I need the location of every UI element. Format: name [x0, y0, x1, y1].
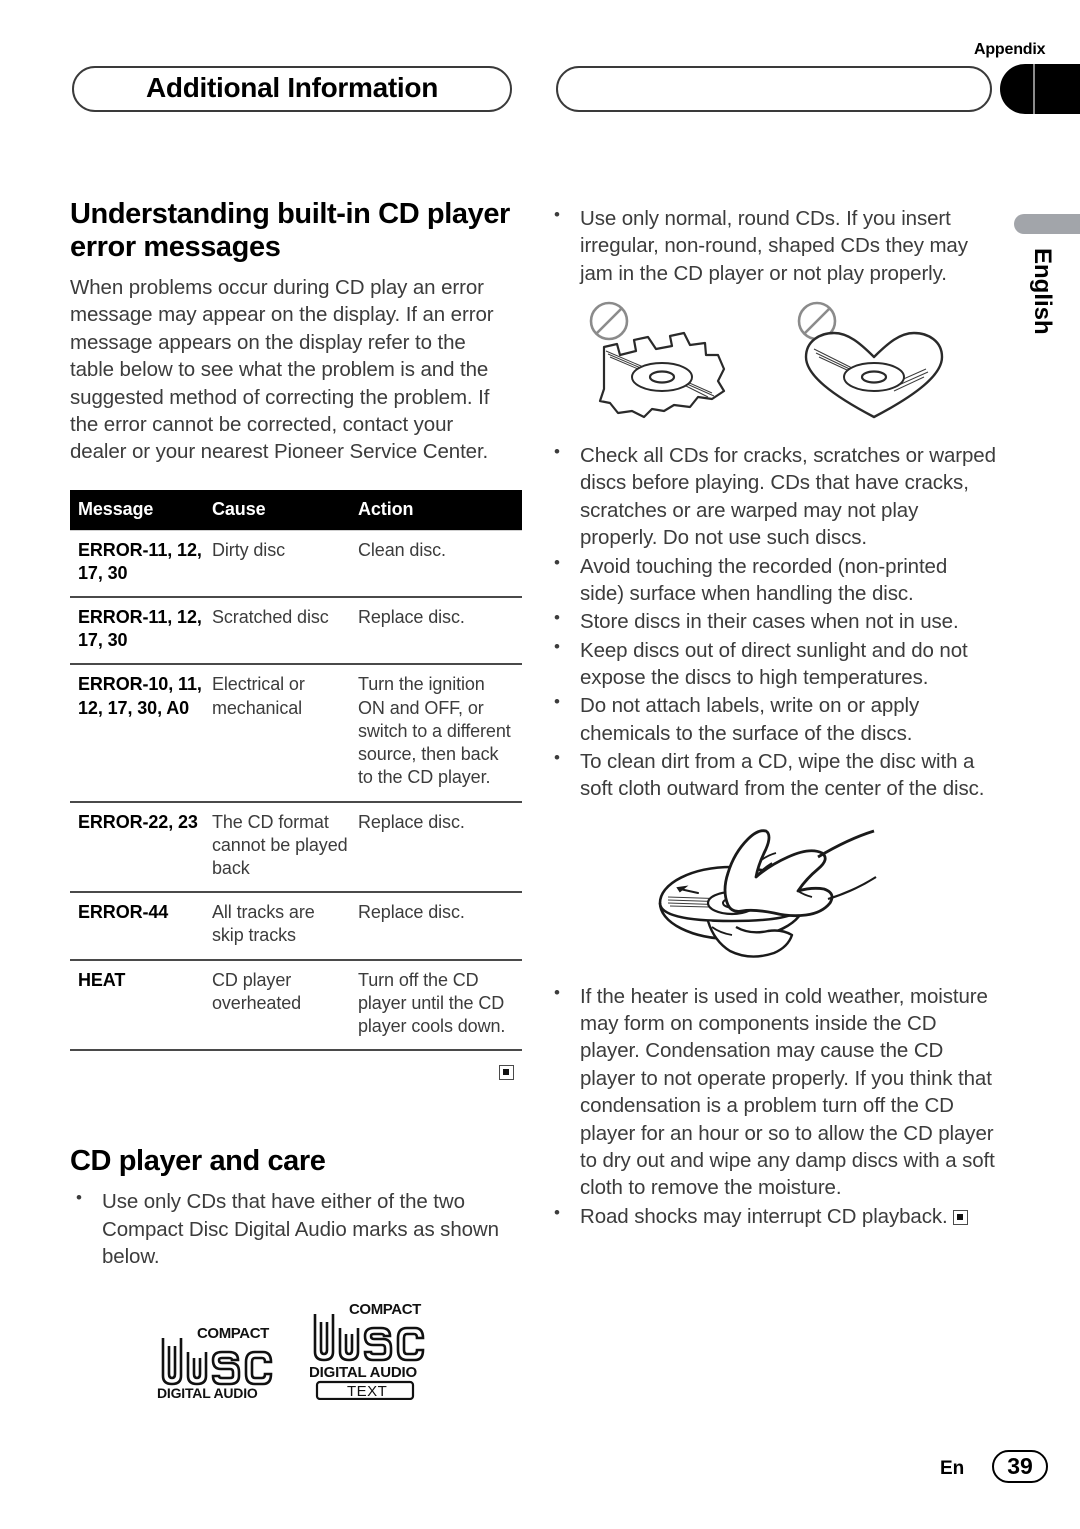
- table-col-header-cause: Cause: [212, 489, 358, 531]
- hand-wiping-disc-illustration: [548, 817, 996, 967]
- cd-handling-bullet-list: Check all CDs for cracks, scratches or w…: [548, 441, 996, 803]
- list-item: To clean dirt from a CD, wipe the disc w…: [548, 747, 996, 803]
- svg-text:DIGITAL AUDIO: DIGITAL AUDIO: [309, 1364, 417, 1381]
- section-corner-tab-notch: [1033, 64, 1035, 114]
- svg-text:COMPACT: COMPACT: [197, 1325, 269, 1342]
- cell-action: Replace disc.: [358, 892, 522, 961]
- cell-action: Turn off the CD player until the CD play…: [358, 959, 522, 1052]
- error-message-table: Message Cause Action ERROR-11, 12, 17, 3…: [70, 489, 522, 1052]
- cell-action: Clean disc.: [358, 529, 522, 599]
- cell-action: Replace disc.: [358, 801, 522, 894]
- list-item: Road shocks may interrupt CD playback.: [548, 1202, 996, 1230]
- cell-cause: Dirty disc: [212, 529, 358, 599]
- svg-text:DIGITAL AUDIO: DIGITAL AUDIO: [157, 1385, 258, 1400]
- table-header-row: Message Cause Action: [70, 489, 522, 531]
- cd-logo-row: COMPACT DIGITAL AUDIO COMPACT DIGITAL AU…: [70, 1300, 514, 1401]
- section-intro-paragraph: When problems occur during CD play an er…: [70, 276, 494, 464]
- list-item: Avoid touching the recorded (non-printed…: [548, 552, 996, 608]
- secondary-title-pill: [556, 66, 992, 112]
- page-number: 39: [992, 1450, 1048, 1483]
- end-of-section-icon: [953, 1209, 969, 1225]
- hand-wiping-disc-outward-icon: [658, 829, 877, 958]
- end-of-section-icon: [499, 1065, 514, 1081]
- cell-action: Turn the ignition ON and OFF, or switch …: [358, 664, 522, 803]
- table-head: Message Cause Action: [70, 489, 522, 531]
- cell-cause: Electrical or mechanical: [212, 664, 358, 803]
- appendix-label: Appendix: [974, 41, 1046, 58]
- cell-message: HEAT: [70, 959, 212, 1052]
- list-item: Do not attach labels, write on or apply …: [548, 691, 996, 747]
- table-row: ERROR-11, 12, 17, 30 Dirty disc Clean di…: [70, 529, 522, 599]
- cell-message: ERROR-44: [70, 892, 212, 961]
- cd-shape-bullet-list: Use only normal, round CDs. If you inser…: [548, 204, 996, 287]
- prohibited-shaped-disc-heart-icon: [786, 299, 966, 430]
- cell-message: ERROR-11, 12, 17, 30: [70, 597, 212, 666]
- table-row: ERROR-11, 12, 17, 30 Scratched disc Repl…: [70, 597, 522, 666]
- right-column: Use only normal, round CDs. If you inser…: [548, 204, 996, 1231]
- page-title-pill: Additional Information: [72, 66, 512, 112]
- cell-cause: The CD format cannot be played back: [212, 801, 358, 894]
- cd-condensation-bullet-list: If the heater is used in cold weather, m…: [548, 982, 996, 1230]
- table-row: ERROR-22, 23 The CD format cannot be pla…: [70, 801, 522, 894]
- cd-care-bullet-list: Use only CDs that have either of the two…: [70, 1187, 514, 1270]
- cell-message: ERROR-10, 11, 12, 17, 30, A0: [70, 664, 212, 803]
- table-col-header-message: Message: [70, 489, 212, 531]
- cell-action: Replace disc.: [358, 597, 522, 666]
- left-column: Understanding built-in CD player error m…: [70, 198, 522, 1401]
- list-item: Use only normal, round CDs. If you inser…: [548, 204, 996, 287]
- cell-cause: Scratched disc: [212, 597, 358, 666]
- section-heading-cd-player-and-care: CD player and care: [70, 1145, 326, 1178]
- prohibited-shaped-disc-gear-icon: [578, 299, 758, 430]
- table-body: ERROR-11, 12, 17, 30 Dirty disc Clean di…: [70, 529, 522, 1052]
- table-row: ERROR-44 All tracks are skip tracks Repl…: [70, 892, 522, 961]
- cell-cause: CD player overheated: [212, 959, 358, 1052]
- section-corner-tab: [1000, 64, 1080, 114]
- cell-cause: All tracks are skip tracks: [212, 892, 358, 961]
- section-heading-error-messages: Understanding built-in CD player error m…: [70, 198, 510, 264]
- table-row: ERROR-10, 11, 12, 17, 30, A0 Electrical …: [70, 664, 522, 803]
- list-item-text: Road shocks may interrupt CD playback.: [580, 1204, 948, 1228]
- page-header: Additional Information Appendix: [0, 0, 1080, 140]
- list-item: Store discs in their cases when not in u…: [548, 607, 996, 635]
- compact-disc-digital-audio-logo-icon: COMPACT DIGITAL AUDIO: [153, 1322, 277, 1400]
- cell-message: ERROR-22, 23: [70, 801, 212, 894]
- list-item: Check all CDs for cracks, scratches or w…: [548, 441, 996, 551]
- table-col-header-action: Action: [358, 489, 522, 531]
- language-tab-bar: [1014, 214, 1080, 234]
- list-item: Keep discs out of direct sunlight and do…: [548, 636, 996, 692]
- compact-disc-digital-audio-text-logo-icon: COMPACT DIGITAL AUDIO TEXT: [307, 1300, 431, 1401]
- language-tab-label: English: [1029, 248, 1056, 335]
- section-end-marker-row: [70, 1065, 514, 1083]
- svg-text:COMPACT: COMPACT: [349, 1301, 421, 1318]
- page-title: Additional Information: [145, 72, 439, 103]
- list-item: Use only CDs that have either of the two…: [70, 1187, 514, 1270]
- prohibited-disc-illustrations: [548, 299, 996, 430]
- list-item: If the heater is used in cold weather, m…: [548, 982, 996, 1202]
- table-row: HEAT CD player overheated Turn off the C…: [70, 959, 522, 1052]
- svg-text:TEXT: TEXT: [347, 1383, 387, 1400]
- footer-language-code: En: [940, 1458, 965, 1479]
- cell-message: ERROR-11, 12, 17, 30: [70, 529, 212, 599]
